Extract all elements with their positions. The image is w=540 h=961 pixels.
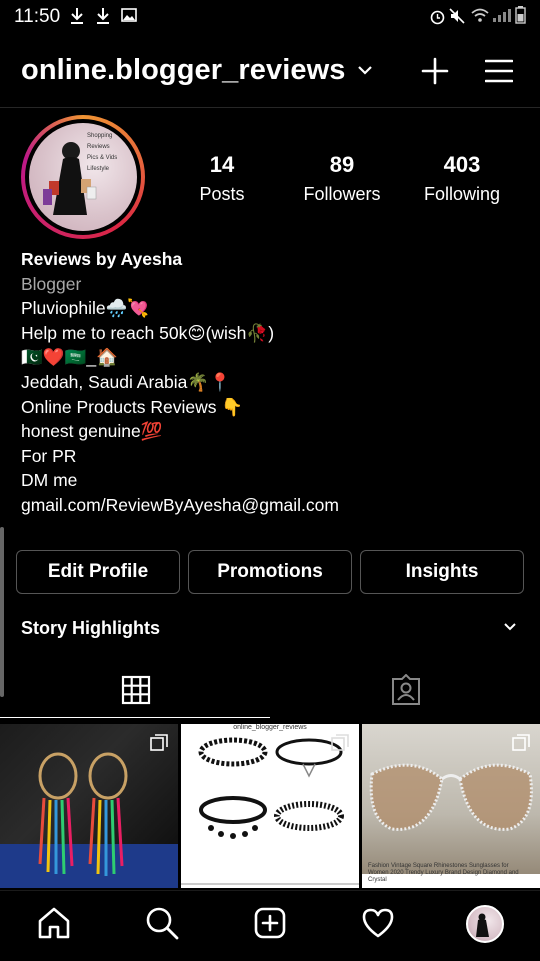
profile-username[interactable]: online.blogger_reviews — [21, 54, 346, 87]
following-count: 403 — [443, 152, 481, 177]
story-highlights-label[interactable]: Story Highlights — [21, 618, 160, 639]
bio-line: Pluviophile🌧️💘 — [21, 298, 150, 319]
signal-icon — [493, 9, 511, 22]
profile-display-name: Reviews by Ayesha — [21, 249, 183, 269]
chevron-down-icon[interactable] — [357, 64, 373, 76]
bio-line: honest genuine💯 — [21, 421, 163, 442]
edge-panel-handle[interactable] — [0, 527, 4, 697]
status-bar: 11:50 — [0, 0, 540, 34]
alarm-icon — [430, 10, 445, 25]
edit-profile-button[interactable]: Edit Profile — [16, 550, 180, 594]
posts-label: Posts — [199, 184, 245, 204]
profile-category: Blogger — [21, 273, 82, 294]
status-time: 11:50 — [14, 6, 61, 27]
post-caption: Fashion Vintage Square Rhinestones Sungl… — [368, 863, 519, 883]
stat-following[interactable]: 403 Following — [407, 152, 517, 205]
profile-avatar[interactable] — [466, 905, 504, 943]
header-divider — [0, 107, 540, 108]
avatar[interactable]: Shopping Reviews Pics & Vids Lifestyle — [29, 123, 137, 231]
download-icon — [97, 8, 109, 24]
post-thumbnail[interactable] — [0, 724, 178, 888]
active-tab-indicator — [0, 717, 270, 718]
multiple-photos-icon — [331, 734, 349, 751]
avatar-illustration — [43, 142, 97, 215]
insights-button[interactable]: Insights — [360, 550, 524, 594]
avatar-text-list: Shopping Reviews Pics & Vids Lifestyle — [87, 131, 117, 175]
bio-line: Help me to reach 50k😊(wish🥀) — [21, 322, 275, 343]
menu-icon[interactable] — [485, 59, 513, 83]
add-post-icon[interactable] — [252, 905, 288, 941]
avatar-text: Pics & Vids — [87, 155, 118, 161]
post-thumbnail[interactable]: Fashion Vintage Square Rhinestones Sungl… — [362, 724, 540, 888]
download-icon — [71, 8, 83, 24]
profile-bio: Reviews by Ayesha Blogger Pluviophile🌧️💘… — [21, 247, 521, 518]
battery-icon — [515, 6, 526, 24]
mute-icon — [449, 8, 465, 24]
avatar-illustration — [476, 913, 489, 937]
stat-followers[interactable]: 89 Followers — [287, 152, 397, 205]
multiple-photos-icon — [512, 734, 530, 751]
promotions-button[interactable]: Promotions — [188, 550, 352, 594]
bio-line: Jeddah, Saudi Arabia🌴📍 — [21, 371, 231, 392]
bio-line: DM me — [21, 470, 78, 491]
grid-icon[interactable] — [120, 674, 152, 706]
avatar-text: Lifestyle — [87, 166, 110, 172]
chevron-down-icon[interactable] — [503, 622, 517, 632]
image-icon — [121, 8, 137, 22]
bio-line: 🇵🇰❤️🇸🇦_🏠 — [21, 347, 118, 368]
bio-line: For PR — [21, 445, 77, 466]
bio-link[interactable]: gmail.com/ReviewByAyesha@gmail.com — [21, 493, 521, 518]
posts-count: 14 — [209, 152, 235, 177]
following-label: Following — [423, 184, 501, 204]
stat-posts[interactable]: 14 Posts — [167, 152, 277, 205]
bio-line: Online Products Reviews 👇 — [21, 396, 244, 417]
post-thumbnail[interactable]: online_blogger_reviews — [181, 724, 359, 888]
home-icon[interactable] — [36, 905, 72, 941]
plus-icon[interactable] — [421, 57, 449, 85]
tagged-icon[interactable] — [390, 674, 422, 706]
search-icon[interactable] — [144, 905, 180, 941]
multiple-photos-icon — [150, 734, 168, 751]
avatar-text: Reviews — [87, 144, 110, 150]
followers-label: Followers — [303, 184, 381, 204]
wifi-icon — [471, 8, 489, 22]
post-caption: online_blogger_reviews — [233, 724, 307, 731]
heart-icon[interactable] — [360, 905, 396, 941]
followers-count: 89 — [329, 152, 355, 177]
avatar-text: Shopping — [87, 133, 113, 139]
